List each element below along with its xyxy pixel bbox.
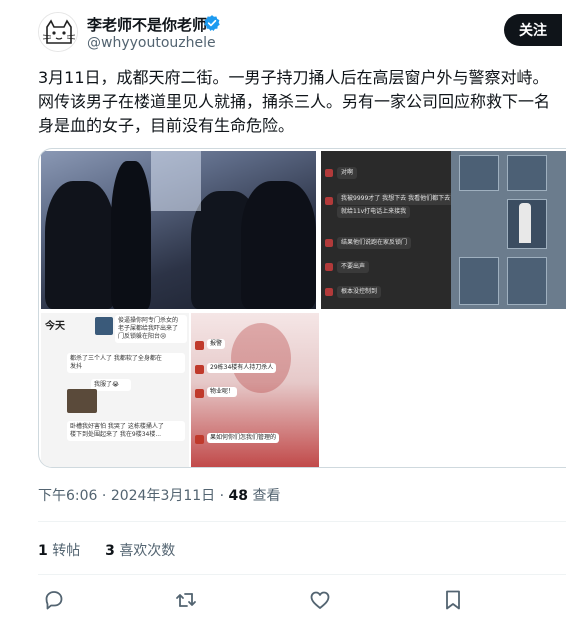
thumbnail xyxy=(95,317,113,335)
tweet-text-line: 网传该男子在楼道里见人就捅，捅杀三人。另有一家公司回应称救下一名 xyxy=(38,92,551,111)
feed-message: 我服了😭 xyxy=(91,379,131,391)
chat-avatar xyxy=(325,169,333,177)
media-grid: 对啊 我被9999才了 我想下去 我看他们都下去了我 就给11v打电话上来接我 … xyxy=(38,148,566,468)
feed-message-line: 卧槽我好害怕 我哭了 这栋楼捅人了 xyxy=(70,423,164,430)
bookmark-icon[interactable] xyxy=(441,588,465,612)
window xyxy=(507,155,547,191)
quotes-count[interactable]: 3 xyxy=(105,543,115,559)
tweet-stats: 1 转帖 3 喜欢次数 xyxy=(38,540,175,560)
meta-separator: · xyxy=(101,488,107,504)
meta-separator: · xyxy=(219,488,225,504)
thumbnail xyxy=(67,389,97,413)
feed-message: 俊逼操你阿专门杀女的 老子屎都给我吓出来了 门反锁躲在阳台😢 xyxy=(115,315,187,343)
chat-avatar xyxy=(195,435,204,444)
views-count: 48 xyxy=(228,488,249,504)
chat-avatar xyxy=(325,197,333,205)
chat-message: 不要出声 xyxy=(337,261,370,273)
chat-message: 根本没控制到 xyxy=(337,286,382,298)
feed-message-line: 老子屎都给我吓出来了 xyxy=(118,325,179,332)
quotes-label[interactable]: 喜欢次数 xyxy=(119,543,175,559)
chat-message: 我被9999才了 我想下去 我看他们都下去了我 xyxy=(337,193,467,205)
author-handle[interactable]: @whyyoutouzhele xyxy=(87,35,216,51)
media-photo-chat-building[interactable]: 对啊 我被9999才了 我想下去 我看他们都下去了我 就给11v打电话上来接我 … xyxy=(321,151,566,309)
chat-avatar xyxy=(325,288,333,296)
feed-message: 卧槽我好害怕 我哭了 这栋楼捅人了 楼下到处围起来了 我在9楼34楼... xyxy=(67,421,185,441)
feed-message-line: 发抖 xyxy=(70,363,83,370)
divider xyxy=(38,574,566,575)
light-glow xyxy=(151,151,201,211)
retweets-label[interactable]: 转帖 xyxy=(52,543,80,559)
retweet-icon[interactable] xyxy=(174,588,198,612)
feed-message: 都杀了三个人了 我都软了全身都在 发抖 xyxy=(67,353,185,373)
retweets-count[interactable]: 1 xyxy=(38,543,48,559)
chat-avatar xyxy=(325,263,333,271)
tweet-text-line: 3月11日，成都天府二街。一男子持刀捅人后在高层窗户外与警察对峙。 xyxy=(38,68,549,87)
media-photo-night-scene[interactable] xyxy=(41,151,316,309)
silhouette-figure xyxy=(241,181,316,309)
artwork-face xyxy=(231,323,291,393)
feed-message-line: 门反锁躲在阳台😢 xyxy=(118,333,167,340)
person-on-ledge xyxy=(519,203,531,243)
tweet-header: 李老师不是你老师 @whyyoutouzhele 关注 xyxy=(38,12,566,58)
chat-message: 结果他们说跑在家反锁门 xyxy=(337,237,412,249)
media-screenshot-feed[interactable]: 今天 俊逼操你阿专门杀女的 老子屎都给我吓出来了 门反锁躲在阳台😢 都杀了三个人… xyxy=(41,313,189,467)
verified-badge-icon xyxy=(204,15,220,31)
window xyxy=(459,257,499,305)
chat-avatar xyxy=(195,341,204,350)
chat-message: 对啊 xyxy=(337,167,358,179)
tweet-time[interactable]: 下午6:06 xyxy=(38,488,97,504)
follow-button[interactable]: 关注 xyxy=(504,14,562,46)
tweet-text: 3月11日，成都天府二街。一男子持刀捅人后在高层窗户外与警察对峙。 网传该男子在… xyxy=(38,66,566,138)
building-facade xyxy=(451,151,566,309)
chat-message: 果如何你们怎我们管理的 xyxy=(207,433,280,443)
feed-message-line: 楼下到处围起来了 我在9楼34楼... xyxy=(70,431,162,438)
cat-avatar-icon xyxy=(39,13,77,51)
chat-message: 29栋34楼有人持刀杀人 xyxy=(207,363,277,373)
reply-icon[interactable] xyxy=(42,588,66,612)
divider xyxy=(38,521,566,522)
silhouette-figure xyxy=(111,161,151,309)
tweet-text-line: 身是血的女子，目前没有生命危险。 xyxy=(38,116,295,135)
tweet-date[interactable]: 2024年3月11日 xyxy=(111,488,215,504)
window xyxy=(507,257,547,305)
feed-message-line: 都杀了三个人了 我都软了全身都在 xyxy=(70,355,162,362)
chat-message: 报警 xyxy=(207,339,226,349)
chat-avatar xyxy=(325,239,333,247)
silhouette-figure xyxy=(45,181,115,309)
feed-header: 今天 xyxy=(45,321,65,332)
feed-message-line: 俊逼操你阿专门杀女的 xyxy=(118,317,179,324)
like-icon[interactable] xyxy=(308,588,332,612)
chat-message: 物业呢！ xyxy=(207,387,238,397)
chat-avatar xyxy=(195,365,204,374)
tweet-meta: 下午6:06 · 2024年3月11日 · 48 查看 xyxy=(38,485,280,505)
views-label: 查看 xyxy=(252,488,281,504)
chat-message: 就给11v打电话上来接我 xyxy=(337,206,411,218)
chat-avatar xyxy=(195,389,204,398)
avatar[interactable] xyxy=(38,12,78,52)
author-name[interactable]: 李老师不是你老师 xyxy=(87,14,207,35)
action-bar xyxy=(38,588,566,612)
window xyxy=(459,155,499,191)
media-screenshot-group-chat[interactable]: 报警 29栋34楼有人持刀杀人 物业呢！ 果如何你们怎我们管理的 xyxy=(191,313,319,467)
